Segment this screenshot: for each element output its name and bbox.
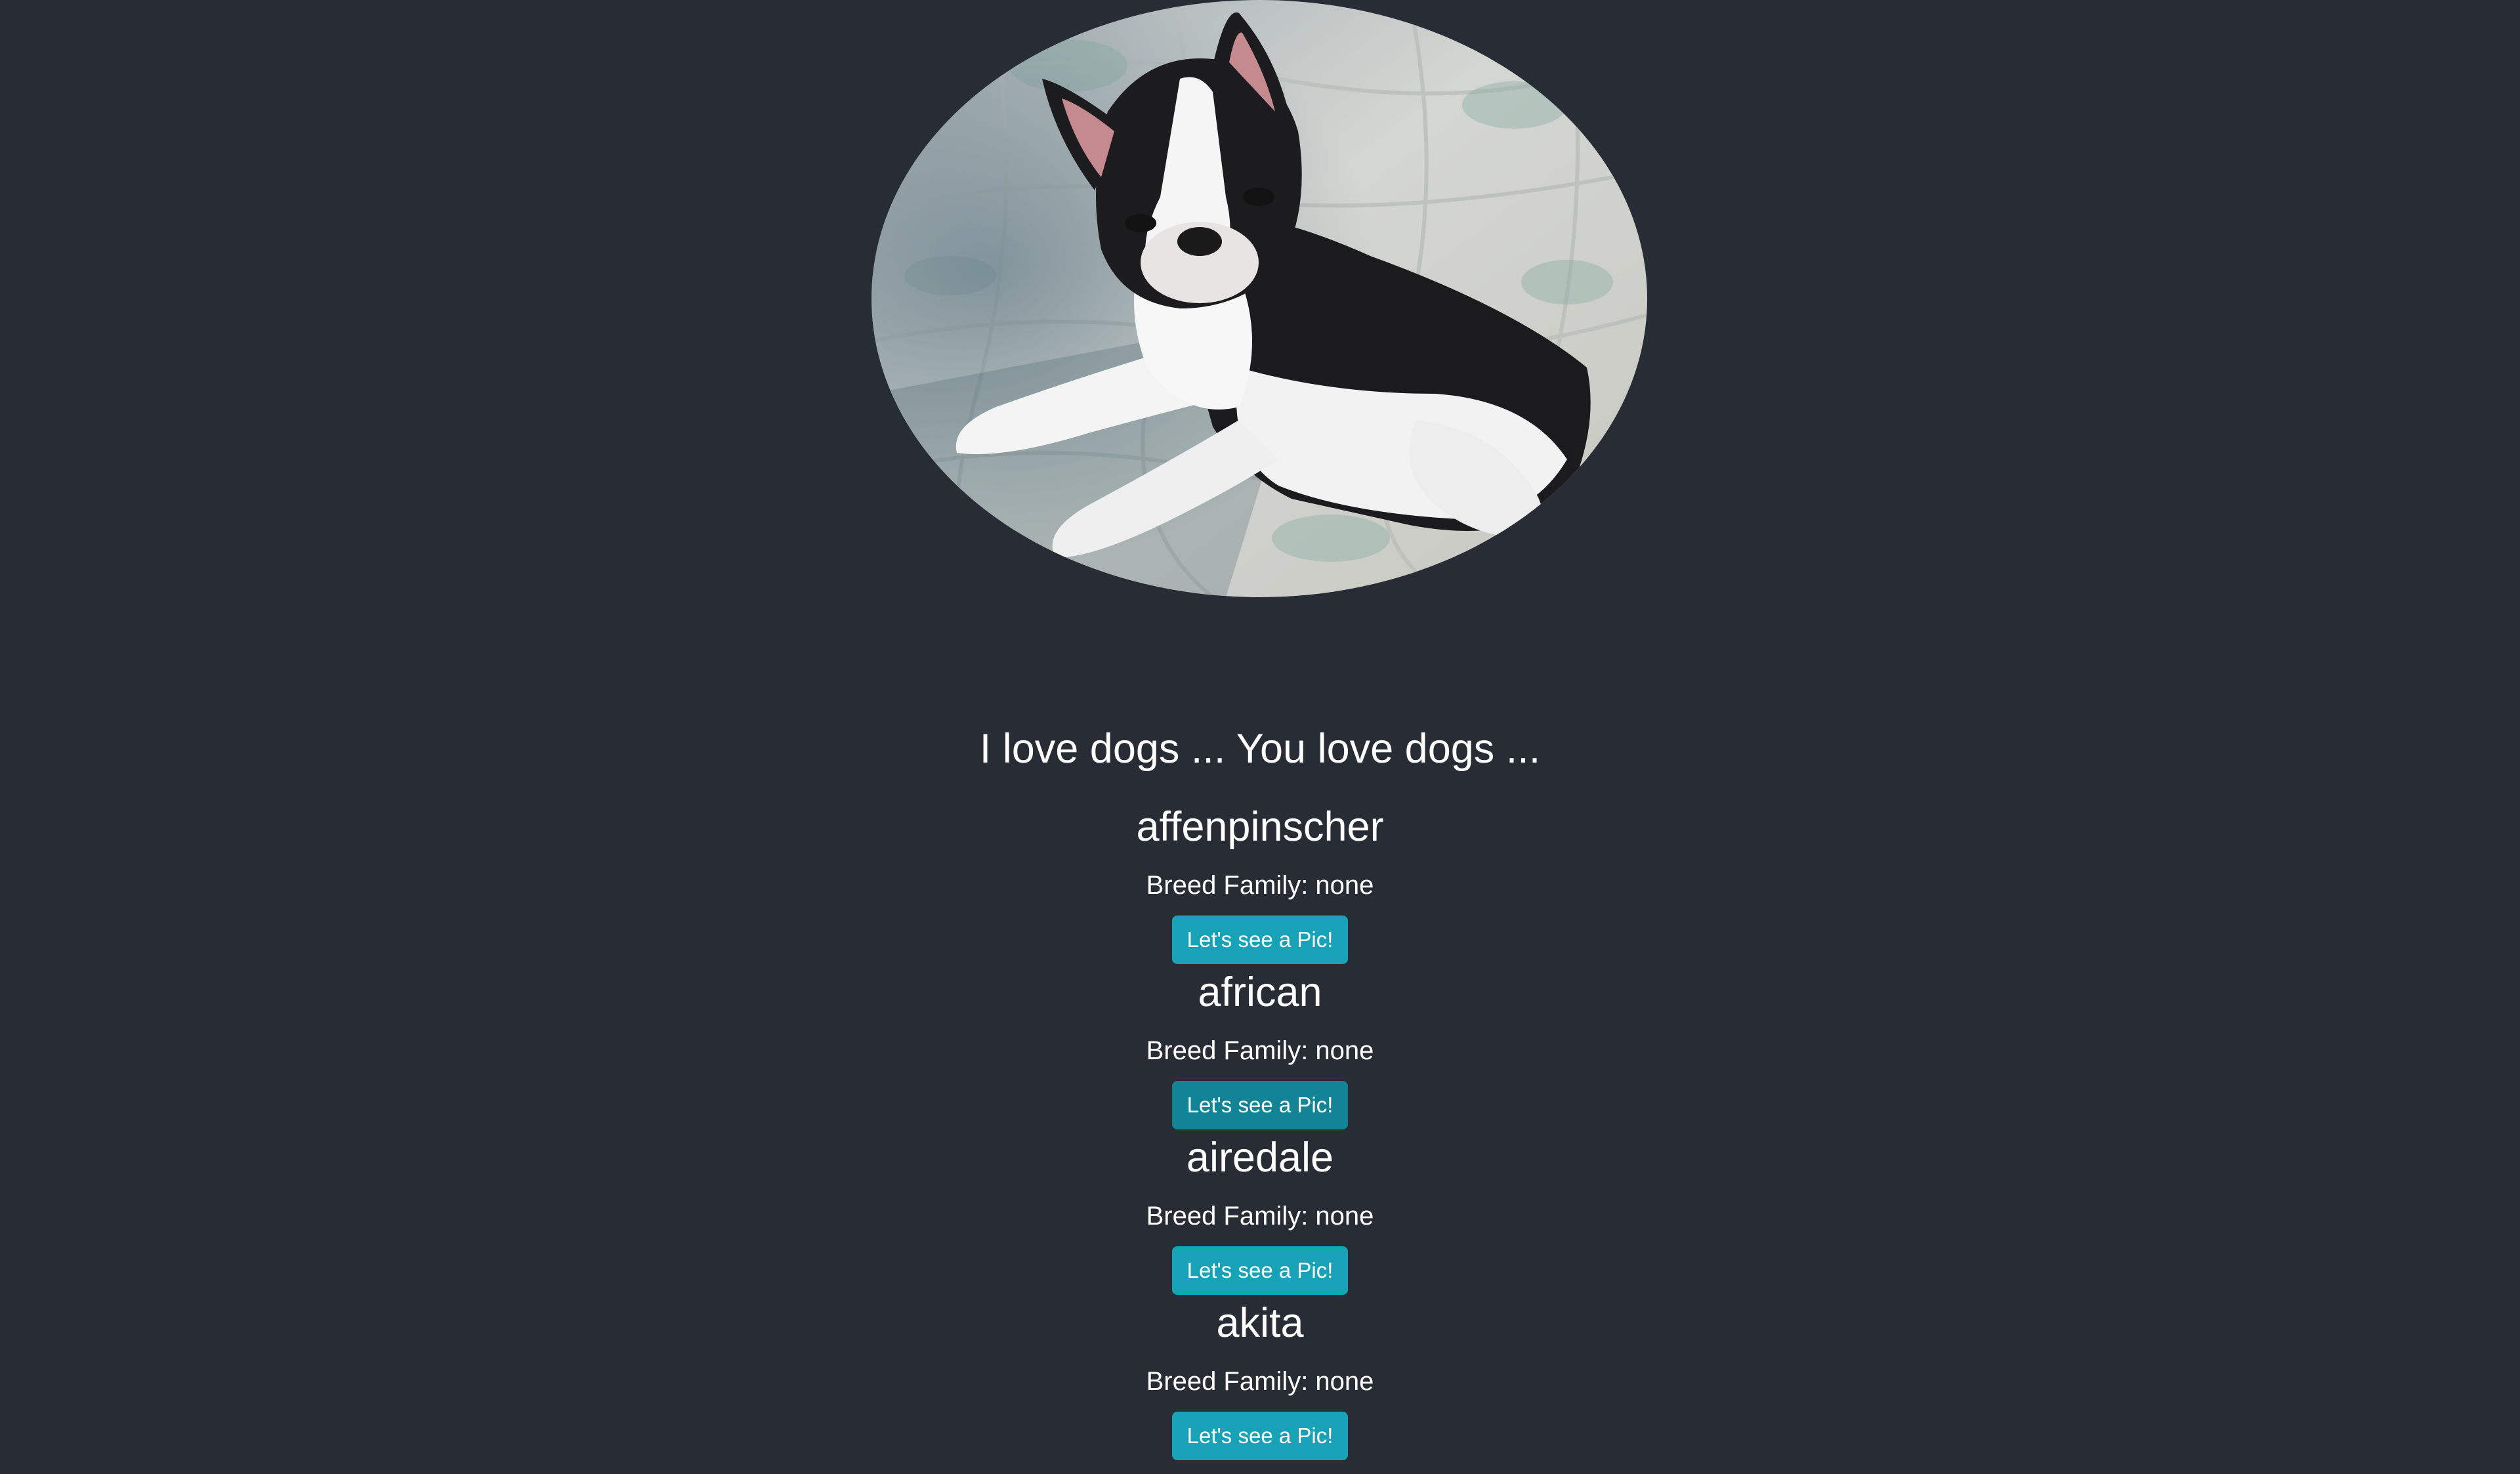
breed-item: akita Breed Family: none Let's see a Pic… — [0, 1293, 2520, 1460]
breed-family: Breed Family: none — [1146, 1036, 1374, 1065]
see-pic-button[interactable]: Let's see a Pic! — [1172, 1081, 1348, 1129]
breed-name: african — [1198, 969, 1322, 1015]
breed-list: affenpinscher Breed Family: none Let's s… — [0, 797, 2520, 1460]
breed-name: affenpinscher — [1136, 804, 1384, 850]
dog-photo — [872, 0, 1647, 597]
see-pic-button[interactable]: Let's see a Pic! — [1172, 1246, 1348, 1295]
breed-name: akita — [1216, 1300, 1304, 1346]
breed-family: Breed Family: none — [1146, 1202, 1374, 1231]
breed-family: Breed Family: none — [1146, 871, 1374, 900]
breed-item: african Breed Family: none Let's see a P… — [0, 962, 2520, 1129]
page-tagline: I love dogs ... You love dogs ... — [979, 726, 1541, 772]
breed-name: airedale — [1186, 1135, 1334, 1181]
see-pic-button[interactable]: Let's see a Pic! — [1172, 1412, 1348, 1460]
see-pic-button[interactable]: Let's see a Pic! — [1172, 916, 1348, 964]
breed-item: affenpinscher Breed Family: none Let's s… — [0, 797, 2520, 964]
dog-breeds-page: I love dogs ... You love dogs ... affenp… — [0, 0, 2520, 1474]
breed-family: Breed Family: none — [1146, 1367, 1374, 1396]
breed-item: airedale Breed Family: none Let's see a … — [0, 1127, 2520, 1295]
